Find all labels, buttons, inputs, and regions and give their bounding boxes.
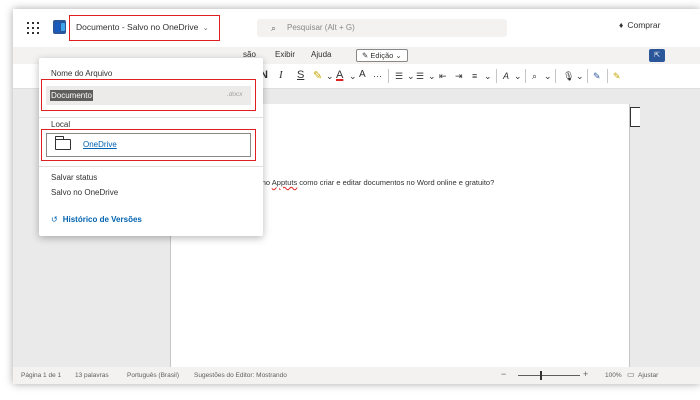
search-icon: ⌕ xyxy=(271,23,277,33)
chevron-down-icon[interactable]: ⌄ xyxy=(428,71,436,82)
document-title-button[interactable]: Documento - Salvo no OneDrive ⌄ xyxy=(69,15,220,41)
increase-indent-icon[interactable]: ⇥ xyxy=(455,71,463,82)
location-button[interactable]: OneDrive xyxy=(46,133,251,157)
share-button[interactable]: ⇱ xyxy=(649,49,665,62)
designer-icon[interactable]: ✎ xyxy=(593,71,601,82)
toolbar-divider xyxy=(496,69,497,83)
buy-button[interactable]: ♦ Comprar xyxy=(619,20,660,30)
dictate-icon[interactable]: 🎙 xyxy=(563,71,574,82)
chevron-down-icon[interactable]: ⌄ xyxy=(514,71,522,82)
chevron-down-icon: ⌄ xyxy=(395,51,402,60)
clear-format-button[interactable]: A xyxy=(359,69,366,80)
fit-button[interactable]: Ajustar xyxy=(638,372,658,379)
toolbar-divider xyxy=(587,69,588,83)
spelling-error-word[interactable]: Apptuts xyxy=(272,178,297,187)
highlight-icon[interactable]: ✎ xyxy=(313,69,322,82)
chevron-down-icon[interactable]: ⌄ xyxy=(544,71,552,82)
language-status[interactable]: Português (Brasil) xyxy=(127,372,179,379)
margin-marker xyxy=(630,107,640,127)
editor-icon[interactable]: ✎ xyxy=(613,71,621,82)
underline-button[interactable]: S xyxy=(297,69,304,81)
font-color-button[interactable]: A xyxy=(336,69,343,81)
toolbar-divider xyxy=(525,69,526,83)
word-online-window: Documento - Salvo no OneDrive ⌄ ⌕ Pesqui… xyxy=(13,9,700,384)
chevron-down-icon[interactable]: ⌄ xyxy=(326,71,334,82)
align-icon[interactable]: ≡ xyxy=(472,71,477,81)
word-logo-icon[interactable] xyxy=(53,20,66,34)
history-icon: ↺ xyxy=(51,215,58,224)
version-history-label: Histórico de Versões xyxy=(62,215,142,224)
version-history-button[interactable]: ↺ Histórico de Versões xyxy=(51,215,142,224)
panel-divider xyxy=(39,166,263,167)
word-count[interactable]: 13 palavras xyxy=(75,372,109,379)
title-bar: Documento - Salvo no OneDrive ⌄ ⌕ Pesqui… xyxy=(13,9,700,47)
decrease-indent-icon[interactable]: ⇤ xyxy=(439,71,447,82)
app-launcher-icon[interactable] xyxy=(27,22,39,34)
search-box[interactable]: ⌕ Pesquisar (Alt + G) xyxy=(257,19,507,37)
folder-icon xyxy=(55,136,71,150)
tab-ajuda[interactable]: Ajuda xyxy=(311,50,331,59)
fit-icon[interactable]: ▭ xyxy=(627,370,635,379)
zoom-in-button[interactable]: + xyxy=(583,369,588,379)
zoom-out-button[interactable]: − xyxy=(501,369,506,379)
bullets-icon[interactable]: ☰ xyxy=(395,71,403,82)
chevron-down-icon[interactable]: ⌄ xyxy=(407,71,415,82)
edit-mode-label: Edição xyxy=(370,51,394,60)
document-title: Documento - Salvo no OneDrive xyxy=(76,22,199,32)
panel-divider xyxy=(39,117,263,118)
filename-highlight: Documento .docx xyxy=(41,79,256,111)
chevron-down-icon[interactable]: ⌄ xyxy=(484,71,492,82)
diamond-icon: ♦ xyxy=(619,20,624,30)
save-status-label: Salvar status xyxy=(51,173,98,182)
zoom-slider-handle[interactable] xyxy=(540,371,542,380)
save-status-value: Salvo no OneDrive xyxy=(51,188,119,197)
editor-suggestions-status[interactable]: Sugestões do Editor: Mostrando xyxy=(194,372,287,379)
filename-label: Nome do Arquivo xyxy=(51,69,113,78)
location-highlight: OneDrive xyxy=(41,129,256,161)
numbering-icon[interactable]: ☰ xyxy=(416,71,424,82)
location-link[interactable]: OneDrive xyxy=(83,140,117,149)
document-text[interactable]: ra no Apptuts como criar e editar docume… xyxy=(253,178,494,187)
toolbar-divider xyxy=(607,69,608,83)
share-icon: ⇱ xyxy=(654,52,660,59)
more-icon[interactable]: ··· xyxy=(373,71,382,81)
italic-button[interactable]: I xyxy=(279,69,283,81)
page-count: Página 1 de 1 xyxy=(21,372,62,379)
tab-exibir[interactable]: Exibir xyxy=(275,50,295,59)
zoom-level[interactable]: 100% xyxy=(605,372,622,379)
edit-mode-button[interactable]: ✎ Edição ⌄ xyxy=(356,49,408,62)
filename-extension: .docx xyxy=(227,91,243,98)
document-text-after: como criar e editar documentos no Word o… xyxy=(297,178,495,187)
find-icon[interactable]: ⌕ xyxy=(532,71,537,82)
status-bar: Página 1 de 1 13 palavras Português (Bra… xyxy=(13,367,700,384)
styles-icon[interactable]: A xyxy=(503,71,509,81)
buy-label: Comprar xyxy=(627,20,661,30)
chevron-down-icon: ⌄ xyxy=(202,25,209,32)
chevron-down-icon[interactable]: ⌄ xyxy=(576,71,584,82)
location-label: Local xyxy=(51,120,71,129)
pencil-icon: ✎ xyxy=(362,51,369,60)
filename-value: Documento xyxy=(50,90,93,101)
chevron-down-icon[interactable]: ⌄ xyxy=(349,71,357,82)
toolbar-divider xyxy=(555,69,556,83)
file-info-panel: Nome do Arquivo Documento .docx Local On… xyxy=(39,58,263,236)
zoom-slider-track[interactable] xyxy=(518,375,580,376)
search-placeholder: Pesquisar (Alt + G) xyxy=(287,23,355,32)
toolbar-divider xyxy=(388,69,389,83)
